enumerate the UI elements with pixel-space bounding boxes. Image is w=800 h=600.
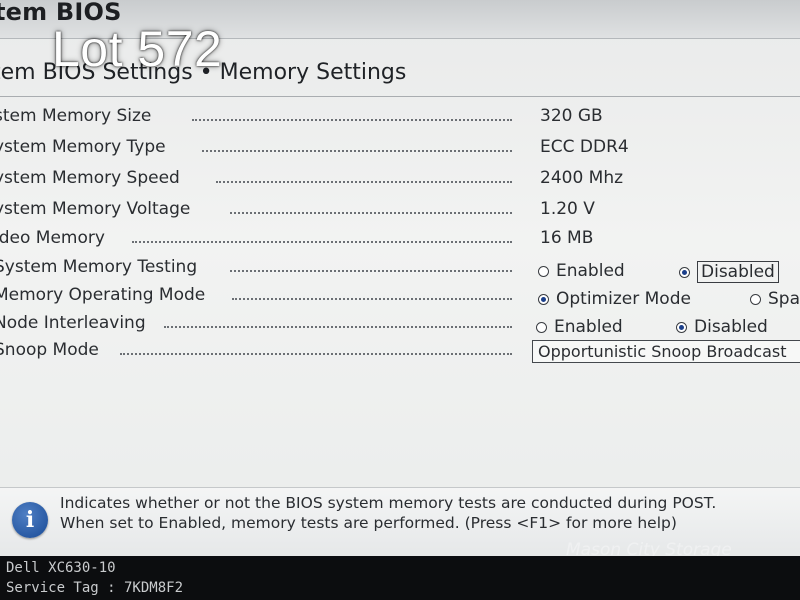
radio-label: Enabled: [554, 317, 623, 337]
setting-row-memory-type: ystem Memory Type ECC DDR4: [0, 137, 800, 163]
bios-screen: tem BIOS tem BIOS Settings • Memory Sett…: [0, 0, 800, 600]
leader-dots: [192, 119, 512, 121]
setting-row-operating-mode: Memory Operating Mode Optimizer Mode Spa: [0, 285, 800, 311]
leader-dots: [230, 270, 512, 272]
radio-label: Optimizer Mode: [556, 289, 691, 309]
radio-unselected-icon: [750, 293, 761, 305]
setting-label: ystem Memory Type: [0, 137, 166, 157]
leader-dots: [216, 181, 512, 183]
leader-dots: [132, 241, 512, 243]
help-text-line-1: Indicates whether or not the BIOS system…: [60, 494, 717, 512]
setting-label: System Memory Testing: [0, 257, 198, 277]
radio-unselected-icon: [536, 321, 547, 333]
radio-unselected-icon: [538, 265, 549, 277]
setting-row-memory-voltage: ystem Memory Voltage 1.20 V: [0, 199, 800, 225]
setting-row-memory-testing: System Memory Testing Enabled Disabled: [0, 257, 800, 283]
radio-label: Disabled: [697, 261, 779, 283]
setting-value: 1.20 V: [540, 199, 595, 219]
setting-value: ECC DDR4: [540, 137, 629, 157]
setting-value: 320 GB: [540, 106, 603, 126]
radio-label: Enabled: [556, 261, 625, 281]
radio-selected-icon: [679, 266, 690, 278]
system-model: Dell XC630-10: [6, 560, 116, 576]
spare-mode-radio[interactable]: Spa: [750, 289, 800, 309]
leader-dots: [232, 298, 512, 300]
info-icon: i: [12, 502, 48, 538]
setting-label: Snoop Mode: [0, 340, 99, 360]
setting-row-node-interleaving: Node Interleaving Enabled Disabled: [0, 313, 800, 339]
radio-selected-icon: [676, 321, 687, 333]
node-interleaving-enabled-radio[interactable]: Enabled: [536, 317, 623, 337]
setting-row-snoop-mode: Snoop Mode Opportunistic Snoop Broadcast: [0, 340, 800, 366]
radio-label: Spa: [768, 289, 800, 309]
setting-label: Memory Operating Mode: [0, 285, 206, 305]
setting-label: stem Memory Size: [0, 106, 152, 126]
leader-dots: [120, 353, 512, 355]
setting-label: ystem Memory Speed: [0, 168, 180, 188]
radio-selected-icon: [538, 293, 549, 305]
leader-dots: [202, 150, 512, 152]
radio-label: Disabled: [694, 317, 768, 337]
setting-label: ystem Memory Voltage: [0, 199, 191, 219]
setting-row-video-memory: ideo Memory 16 MB: [0, 228, 800, 254]
optimizer-mode-radio[interactable]: Optimizer Mode: [538, 289, 691, 309]
memory-testing-disabled-radio[interactable]: Disabled: [679, 261, 779, 283]
node-interleaving-disabled-radio[interactable]: Disabled: [676, 317, 768, 337]
memory-testing-enabled-radio[interactable]: Enabled: [538, 261, 625, 281]
setting-value: 2400 Mhz: [540, 168, 624, 188]
snoop-mode-select[interactable]: Opportunistic Snoop Broadcast: [532, 340, 800, 363]
leader-dots: [164, 326, 512, 328]
system-footer: Dell XC630-10 Service Tag : 7KDM8F2: [0, 556, 800, 600]
service-tag: Service Tag : 7KDM8F2: [6, 580, 184, 596]
section-divider: [0, 96, 800, 97]
setting-value: 16 MB: [540, 228, 594, 248]
setting-row-memory-size: stem Memory Size 320 GB: [0, 106, 800, 132]
setting-label: ideo Memory: [0, 228, 105, 248]
lot-overlay-label: Lot 572: [52, 21, 223, 77]
leader-dots: [230, 212, 512, 214]
help-text-line-2: When set to Enabled, memory tests are pe…: [60, 514, 677, 532]
setting-label: Node Interleaving: [0, 313, 146, 333]
setting-row-memory-speed: ystem Memory Speed 2400 Mhz: [0, 168, 800, 194]
